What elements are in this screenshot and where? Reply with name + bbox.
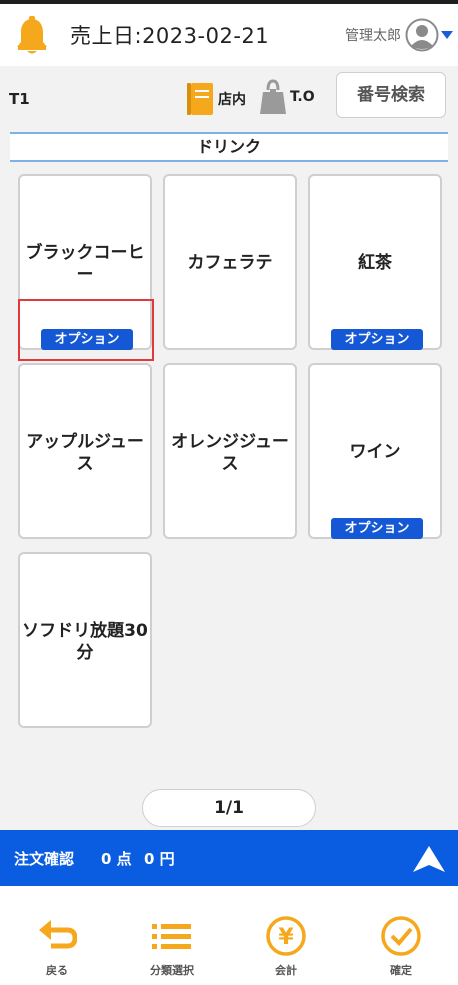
highlight-box [18, 299, 154, 361]
table-bar: T1 店内 T.O 番号検索 [0, 66, 458, 130]
product-name: 紅茶 [358, 253, 392, 273]
bell-icon[interactable] [14, 16, 50, 56]
nav-checkout-label: 会計 [275, 964, 297, 977]
nav-category[interactable]: 分類選択 [127, 914, 217, 978]
order-confirm-bar[interactable]: 注文確認 0 点 0 円 [0, 830, 458, 886]
table-id: T1 [9, 90, 30, 108]
eat-in-toggle[interactable]: 店内 [186, 82, 246, 116]
svg-text:¥: ¥ [278, 925, 294, 950]
header: 売上日:2023-02-21 管理太郎 [0, 4, 458, 66]
user-avatar-icon[interactable] [405, 18, 439, 52]
takeout-label: T.O [290, 89, 315, 105]
product-card[interactable]: 紅茶 オプション [308, 174, 442, 350]
category-title: ドリンク [10, 132, 448, 162]
pager[interactable]: 1/1 [142, 789, 316, 827]
list-icon [152, 924, 191, 949]
product-name: カフェラテ [187, 253, 273, 273]
eat-in-label: 店内 [218, 92, 246, 108]
nav-confirm-label: 確定 [390, 964, 412, 977]
nav-category-label: 分類選択 [150, 964, 194, 977]
order-amount: 0 円 [144, 850, 175, 868]
option-badge[interactable]: オプション [331, 518, 423, 539]
number-search-button[interactable]: 番号検索 [336, 72, 446, 118]
nav-back[interactable]: 戻る [12, 914, 102, 978]
product-card[interactable]: ソフドリ放題30分 [18, 552, 152, 728]
takeout-toggle[interactable]: T.O [259, 78, 315, 116]
product-name: ソフドリ放題30分 [22, 621, 148, 663]
user-name: 管理太郎 [345, 28, 401, 44]
notebook-icon [187, 83, 213, 115]
product-card[interactable]: オレンジジュース [163, 363, 297, 539]
product-card[interactable]: カフェラテ [163, 174, 297, 350]
order-confirm-label: 注文確認 [14, 850, 75, 868]
check-icon [381, 916, 421, 956]
user-menu[interactable]: 管理太郎 [345, 18, 454, 52]
option-badge[interactable]: オプション [331, 329, 423, 350]
sales-date: 売上日:2023-02-21 [70, 24, 270, 48]
nav-checkout[interactable]: ¥ 会計 [241, 914, 331, 978]
product-name: アップルジュース [26, 432, 144, 474]
product-card[interactable]: ワイン オプション [308, 363, 442, 539]
yen-icon: ¥ [266, 916, 306, 956]
chevron-down-icon[interactable] [440, 30, 454, 40]
bottom-nav: 戻る 分類選択 ¥ 会計 確定 [0, 886, 458, 985]
nav-back-label: 戻る [46, 964, 68, 977]
product-name: ワイン [349, 442, 401, 462]
product-name: ブラックコーヒー [25, 243, 145, 285]
nav-confirm[interactable]: 確定 [356, 914, 446, 978]
expand-up-icon[interactable] [412, 844, 446, 874]
back-arrow-icon [39, 920, 77, 949]
takeout-bag-icon [260, 79, 286, 114]
product-card[interactable]: アップルジュース [18, 363, 152, 539]
order-count: 0 点 [101, 850, 132, 868]
product-name: オレンジジュース [171, 432, 289, 474]
